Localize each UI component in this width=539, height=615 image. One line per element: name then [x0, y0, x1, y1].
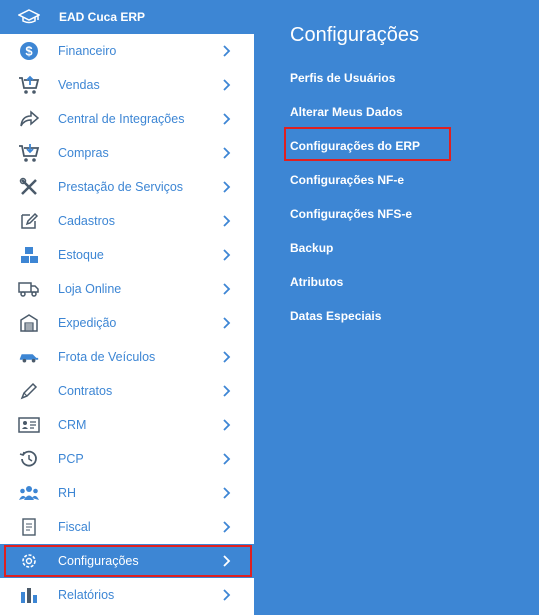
submenu-link[interactable]: Atributos [290, 275, 420, 309]
sidebar-item-configuracoes[interactable]: Configurações [0, 544, 254, 578]
sidebar-item-pcp[interactable]: PCP [0, 442, 254, 476]
chevron-right-icon [220, 215, 232, 227]
sidebar-item-fiscal[interactable]: Fiscal [0, 510, 254, 544]
chevron-right-icon [220, 385, 232, 397]
chevron-right-icon [220, 351, 232, 363]
svg-text:$: $ [25, 44, 33, 59]
sidebar-item-central-de-integracoes[interactable]: Central de Integrações [0, 102, 254, 136]
submenu-link[interactable]: Backup [290, 241, 420, 275]
cart-down-icon [18, 142, 40, 164]
submenu-link[interactable]: Datas Especiais [290, 309, 420, 343]
sidebar-item-cadastros[interactable]: Cadastros [0, 204, 254, 238]
receipt-icon [18, 516, 40, 538]
sidebar-item-label: CRM [58, 418, 87, 432]
chevron-right-icon [220, 147, 232, 159]
sidebar-item-label: Frota de Veículos [58, 350, 156, 364]
sidebar-item-label: Central de Integrações [58, 112, 185, 126]
sidebar-item-expedicao[interactable]: Expedição [0, 306, 254, 340]
submenu-links: Perfis de Usuários Alterar Meus Dados Conf… [283, 71, 452, 343]
gear-icon [18, 550, 40, 572]
sidebar-item-estoque[interactable]: Estoque [0, 238, 254, 272]
sidebar-item-label: RH [58, 486, 77, 500]
sidebar-item-label: PCP [58, 452, 84, 466]
chevron-right-icon [220, 419, 232, 431]
sidebar-item-label: Prestação de Serviços [58, 180, 184, 194]
boxes-icon [18, 244, 40, 266]
sidebar: EAD Cuca ERP $ Financeiro Vendas Central de… [0, 0, 254, 615]
tools-icon [18, 176, 40, 198]
sidebar-item-financeiro[interactable]: $ Financeiro [0, 34, 254, 68]
submenu-link[interactable]: Configurações NFS-e [290, 207, 420, 241]
edit-icon [18, 210, 40, 232]
submenu-link[interactable]: Configurações do ERP [283, 127, 452, 173]
chevron-right-icon [220, 453, 232, 465]
cart-plus-icon [18, 74, 40, 96]
sidebar-item-contratos[interactable]: Contratos [0, 374, 254, 408]
chevron-right-icon [220, 283, 232, 295]
sidebar-item-label: Expedição [58, 316, 117, 330]
sidebar-item-loja-online[interactable]: Loja Online [0, 272, 254, 306]
history-icon [18, 448, 40, 470]
chevron-right-icon [220, 521, 232, 533]
submenu-link[interactable]: Configurações NF-e [290, 173, 420, 207]
chevron-right-icon [220, 487, 232, 499]
sidebar-item-compras[interactable]: Compras [0, 136, 254, 170]
chevron-right-icon [220, 555, 232, 567]
sidebar-item-vendas[interactable]: Vendas [0, 68, 254, 102]
sidebar-item-label: Fiscal [58, 520, 91, 534]
sidebar-item-frota-de-veiculos[interactable]: Frota de Veículos [0, 340, 254, 374]
chevron-right-icon [220, 45, 232, 57]
sidebar-item-label: Relatórios [58, 588, 115, 602]
truck-icon [18, 278, 40, 300]
share-icon [18, 108, 40, 130]
graduation-cap-icon [18, 6, 40, 28]
car-icon [18, 346, 40, 368]
sidebar-item-label: Configurações [58, 554, 139, 568]
sidebar-item-label: Financeiro [58, 44, 117, 58]
chevron-right-icon [220, 79, 232, 91]
sidebar-item-label: Compras [58, 146, 109, 160]
users-icon [18, 482, 40, 504]
sidebar-item-label: Cadastros [58, 214, 115, 228]
sidebar-item-label: Estoque [58, 248, 104, 262]
warehouse-icon [18, 312, 40, 334]
pen-icon [18, 380, 40, 402]
sidebar-item-label: Contratos [58, 384, 113, 398]
chevron-right-icon [220, 113, 232, 125]
sidebar-item-label: Vendas [58, 78, 100, 92]
brand-title: EAD Cuca ERP [59, 10, 146, 24]
sidebar-item-crm[interactable]: CRM [0, 408, 254, 442]
submenu-panel: Configurações Perfis de Usuários Alterar … [283, 0, 452, 343]
chevron-right-icon [220, 249, 232, 261]
submenu-link[interactable]: Perfis de Usuários [290, 71, 420, 105]
sidebar-item-prestacao-de-servicos[interactable]: Prestação de Serviços [0, 170, 254, 204]
brand-header[interactable]: EAD Cuca ERP [0, 0, 254, 34]
chevron-right-icon [220, 181, 232, 193]
sidebar-item-label: Loja Online [58, 282, 122, 296]
bar-chart-icon [18, 584, 40, 606]
sidebar-menu: $ Financeiro Vendas Central de Integrações C… [0, 34, 254, 612]
sidebar-item-rh[interactable]: RH [0, 476, 254, 510]
sidebar-item-relatorios[interactable]: Relatórios [0, 578, 254, 612]
chevron-right-icon [220, 317, 232, 329]
dollar-icon: $ [18, 40, 40, 62]
contact-card-icon [18, 414, 40, 436]
chevron-right-icon [220, 589, 232, 601]
submenu-title: Configurações [290, 24, 419, 46]
